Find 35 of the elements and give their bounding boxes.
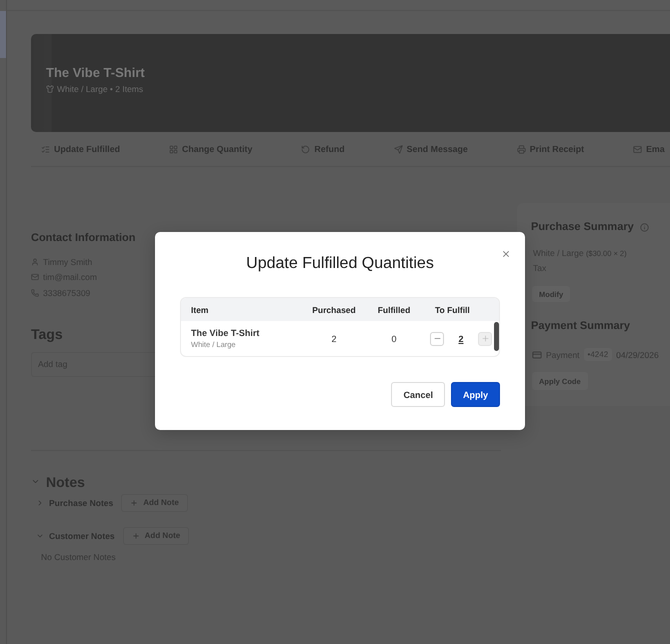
send-icon	[394, 144, 403, 154]
mail-icon	[31, 273, 39, 282]
shirt-icon	[46, 85, 54, 93]
decrease-button[interactable]	[430, 332, 444, 346]
column-header: Fulfilled	[378, 304, 410, 314]
info-icon[interactable]	[640, 222, 649, 232]
person-icon	[31, 258, 39, 266]
chevron-right-icon[interactable]	[36, 498, 44, 506]
column-header: Item	[190, 304, 208, 314]
dialog-button[interactable]: Cancel	[391, 382, 445, 407]
column-header: To Fulfill	[434, 304, 470, 314]
close-button[interactable]	[501, 249, 511, 259]
table-cell: 0	[391, 334, 396, 344]
item-name: The Vibe T-Shirt	[191, 328, 260, 338]
scrollbar-thumb[interactable]	[494, 322, 499, 351]
product-title: The Vibe T-Shirt	[46, 65, 145, 81]
nav-item-highlight[interactable]	[0, 11, 6, 58]
rotate-arrow-icon	[301, 144, 310, 154]
column-header: Purchased	[312, 304, 356, 314]
table-cell: 2	[331, 334, 336, 344]
mail-icon	[633, 144, 642, 154]
list-check-icon	[41, 144, 50, 154]
chevron-down-icon[interactable]	[31, 477, 40, 486]
close-icon	[501, 249, 511, 259]
product-subtitle: White / Large • 2 Items	[57, 83, 144, 95]
plus-icon	[130, 498, 138, 506]
grid-icon	[168, 144, 178, 154]
modal-title: Update Fulfilled Quantities	[245, 254, 435, 274]
quantity-input[interactable]: 2	[457, 334, 464, 344]
credit-card-icon	[532, 350, 542, 360]
phone-icon	[31, 288, 39, 297]
plus-icon	[132, 532, 140, 540]
plus-icon	[480, 334, 490, 343]
printer-icon	[516, 144, 526, 154]
dialog-button[interactable]: Apply	[450, 382, 500, 407]
